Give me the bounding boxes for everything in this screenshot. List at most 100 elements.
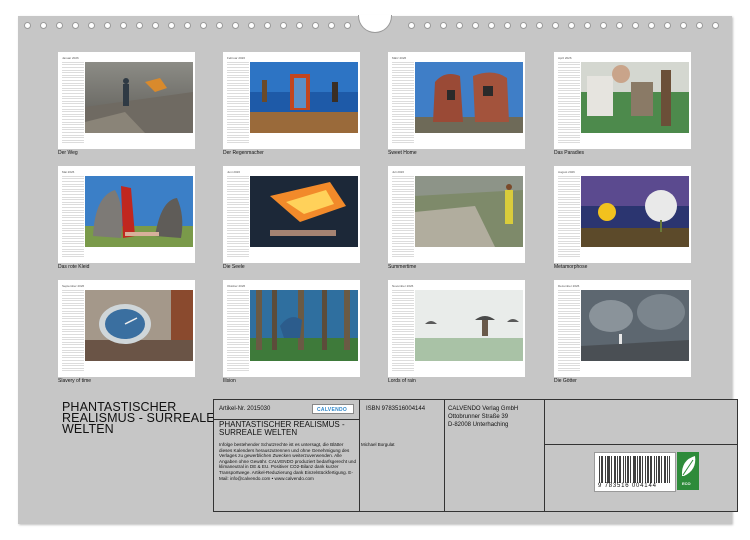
binding-hole (104, 22, 111, 29)
binding-hole (424, 22, 431, 29)
month-label: Januar 2026 (62, 56, 79, 60)
photo-caption: Illsion (223, 378, 236, 384)
photo-caption: Metamorphose (554, 264, 588, 270)
date-lines (558, 176, 580, 258)
divider (544, 444, 738, 445)
month-page-october: Oktober 2026 (223, 280, 360, 377)
barcode-digits: 9 783516 004144 (598, 483, 657, 489)
binding-hole (120, 22, 127, 29)
barcode-bar (661, 456, 662, 483)
ean-barcode: 9 783516 004144 (594, 452, 676, 492)
publisher-line-1: CALVENDO Verlag GmbH (448, 406, 519, 412)
barcode-bar (617, 456, 618, 483)
publisher-line-2: Ottobrunner Straße 39 (448, 414, 509, 420)
binding-hole (216, 22, 223, 29)
month-page-january: Januar 2026 (58, 52, 195, 149)
barcode-bar (599, 456, 600, 483)
photo-das-rote-kleid (85, 176, 193, 247)
photo-die-goetter (581, 290, 689, 361)
leaf-icon (681, 456, 696, 476)
month-label: September 2026 (62, 284, 85, 288)
barcode-bar (619, 456, 620, 483)
month-page-december: Dezember 2026 (554, 280, 691, 377)
photo-caption: Die Götter (554, 378, 577, 384)
barcode-bar (642, 456, 643, 483)
barcode-bar (654, 456, 655, 483)
binding-hole (456, 22, 463, 29)
month-label: Dezember 2026 (558, 284, 580, 288)
barcode-bar (669, 456, 670, 483)
calendar-back-sheet: Januar 2026 Der Weg Februar 2026 Der Reg… (18, 15, 738, 524)
barcode-bar (627, 456, 628, 483)
month-page-july: Juli 2026 (388, 166, 525, 263)
binding-hole (344, 22, 351, 29)
date-lines (62, 62, 84, 144)
month-page-february: Februar 2026 (223, 52, 360, 149)
barcode-bar (648, 456, 649, 483)
barcode-bar (628, 456, 629, 483)
date-lines (392, 290, 414, 372)
photo-caption: Das rote Kleid (58, 264, 90, 270)
barcode-bar (635, 456, 636, 483)
binding-hole (664, 22, 671, 29)
month-page-june: Juni 2026 (223, 166, 360, 263)
binding-hole (200, 22, 207, 29)
photo-illsion (250, 290, 358, 361)
photo-caption: Slavery of time (58, 378, 92, 384)
barcode-bar (620, 456, 621, 483)
photo-das-paradies (581, 62, 689, 133)
barcode-bar (608, 456, 609, 483)
binding-hole (440, 22, 447, 29)
binding-hole (40, 22, 47, 29)
binding-hole (696, 22, 703, 29)
photo-die-seele (250, 176, 358, 247)
date-lines (392, 62, 414, 144)
photo-caption: Der Regenmacher (223, 150, 264, 156)
barcode-bar (659, 456, 660, 483)
binding-hole (520, 22, 527, 29)
photo-caption: Summertime (388, 264, 417, 270)
barcode-bar (605, 456, 606, 483)
photo-caption: Die Seele (223, 264, 245, 270)
date-lines (558, 290, 580, 372)
barcode-bar (665, 456, 666, 483)
legal-text: Infolge bestehender Schutzrechte ist es … (219, 442, 357, 481)
month-page-may: Mai 2026 (58, 166, 195, 263)
binding-hole (72, 22, 79, 29)
binding-hole (136, 22, 143, 29)
binding-hole (280, 22, 287, 29)
barcode-bar (633, 456, 634, 483)
date-lines (558, 62, 580, 144)
photo-slavery-of-time (85, 290, 193, 361)
photo-metamorphose (581, 176, 689, 247)
barcode-bar (615, 456, 616, 483)
barcode-bar (637, 456, 638, 483)
barcode-bar (614, 456, 615, 483)
binding-hole (472, 22, 479, 29)
barcode-bar (656, 456, 657, 483)
barcode-bar (601, 456, 602, 483)
barcode-bar (623, 456, 624, 483)
barcode-bar (640, 456, 641, 483)
divider (444, 400, 445, 511)
month-label: Februar 2026 (227, 56, 246, 60)
photo-der-regenmacher (250, 62, 358, 133)
month-page-august: August 2026 (554, 166, 691, 263)
binding-hole (488, 22, 495, 29)
binding-hole (632, 22, 639, 29)
barcode-bar (625, 456, 626, 483)
barcode-bar (667, 456, 668, 483)
binding-hole (328, 22, 335, 29)
binding-hole (152, 22, 159, 29)
binding-hole (184, 22, 191, 29)
barcode-bar (607, 456, 608, 483)
month-label: Mai 2026 (62, 170, 75, 174)
barcode-bar (650, 456, 651, 483)
binding-hole (600, 22, 607, 29)
month-label: Oktober 2026 (227, 284, 246, 288)
date-lines (62, 176, 84, 258)
photo-summertime (415, 176, 523, 247)
date-lines (62, 290, 84, 372)
date-lines (227, 62, 249, 144)
month-page-september: September 2026 (58, 280, 195, 377)
